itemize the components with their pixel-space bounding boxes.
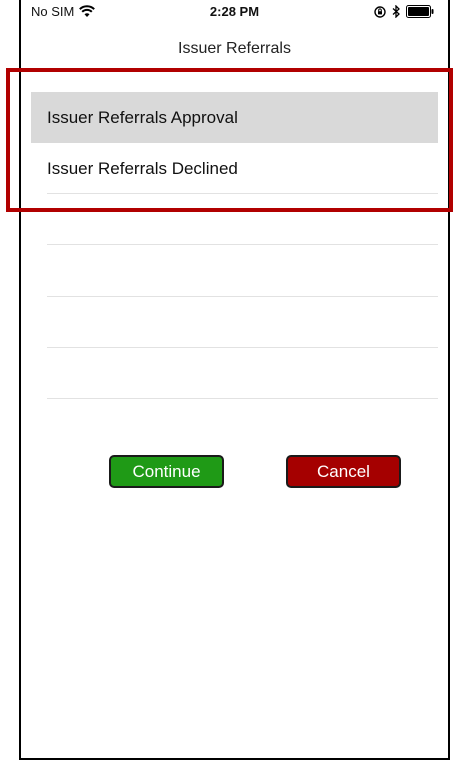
row-divider — [47, 244, 438, 245]
bluetooth-icon — [392, 5, 400, 18]
cancel-button[interactable]: Cancel — [286, 455, 401, 488]
continue-button-label: Continue — [132, 461, 201, 481]
status-bar: No SIM 2:28 PM — [21, 0, 448, 26]
status-right — [374, 5, 434, 18]
row-divider — [47, 398, 438, 399]
row-divider — [47, 347, 438, 348]
list-item-label: Issuer Referrals Declined — [47, 158, 238, 178]
list-item-label: Issuer Referrals Approval — [47, 107, 238, 127]
row-divider — [47, 296, 438, 297]
continue-button[interactable]: Continue — [109, 455, 224, 488]
list-item-approval[interactable]: Issuer Referrals Approval — [31, 92, 438, 143]
battery-icon — [406, 5, 434, 18]
row-divider — [47, 193, 438, 194]
page-title: Issuer Referrals — [178, 40, 291, 57]
orientation-lock-icon — [374, 5, 386, 18]
list-item-declined[interactable]: Issuer Referrals Declined — [31, 143, 438, 194]
cancel-button-label: Cancel — [317, 461, 370, 481]
phone-screen: No SIM 2:28 PM Issuer Referrals Issuer R… — [19, 0, 450, 760]
